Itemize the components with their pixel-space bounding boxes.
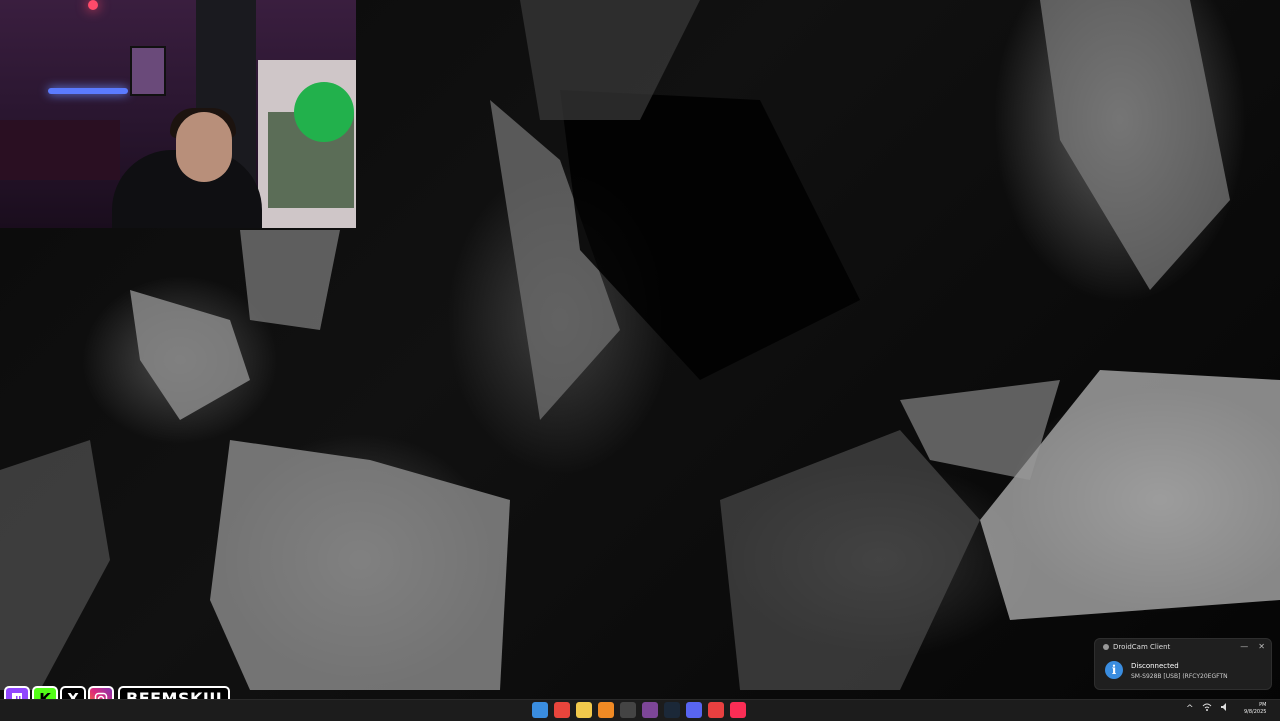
chrome-icon[interactable] [554, 702, 570, 718]
system-tray: ^ [1186, 703, 1230, 714]
obs-icon[interactable] [620, 702, 636, 718]
start-icon[interactable] [532, 702, 548, 718]
browser-icon[interactable] [598, 702, 614, 718]
webcam-person-head [176, 112, 232, 182]
webcam-neon-light [48, 88, 128, 94]
webcam-overlay [0, 0, 356, 228]
clock-date: 9/8/2025 [1244, 709, 1267, 715]
notification-detail: SM-S928B [USB] (RFCY20EGFTN [1131, 673, 1228, 680]
info-icon: i [1105, 661, 1123, 679]
notification-title: Disconnected [1131, 662, 1179, 670]
notification-minimize-button[interactable]: — [1240, 642, 1248, 651]
taskbar-pinned-apps [532, 702, 746, 718]
file-explorer-icon[interactable] [576, 702, 592, 718]
taskbar-clock[interactable]: PM 9/8/2025 [1244, 702, 1266, 716]
droidcam-app-icon [1103, 644, 1109, 650]
steam-icon[interactable] [664, 702, 680, 718]
webcam-wall-frame [130, 46, 166, 96]
webcam-red-light [88, 0, 98, 10]
webcam-bed [0, 120, 120, 180]
taskbar: ^ PM 9/8/2025 [0, 699, 1280, 721]
notification-app-name: DroidCam Client [1113, 643, 1171, 651]
tray-overflow-chevron[interactable]: ^ [1186, 704, 1194, 714]
droidcam-notification[interactable]: DroidCam Client — ✕ i Disconnected SM-S9… [1094, 638, 1272, 690]
discord-icon[interactable] [686, 702, 702, 718]
recorder-icon[interactable] [708, 702, 724, 718]
tor-browser-icon[interactable] [642, 702, 658, 718]
notification-header: DroidCam Client [1103, 643, 1170, 651]
notification-controls: — ✕ [1240, 642, 1265, 651]
webcam-vinyl-record [294, 82, 354, 142]
music-icon[interactable] [730, 702, 746, 718]
notification-close-button[interactable]: ✕ [1258, 642, 1265, 651]
wifi-icon[interactable] [1202, 703, 1212, 714]
volume-icon[interactable] [1220, 703, 1230, 714]
clock-time: PM [1259, 702, 1267, 708]
